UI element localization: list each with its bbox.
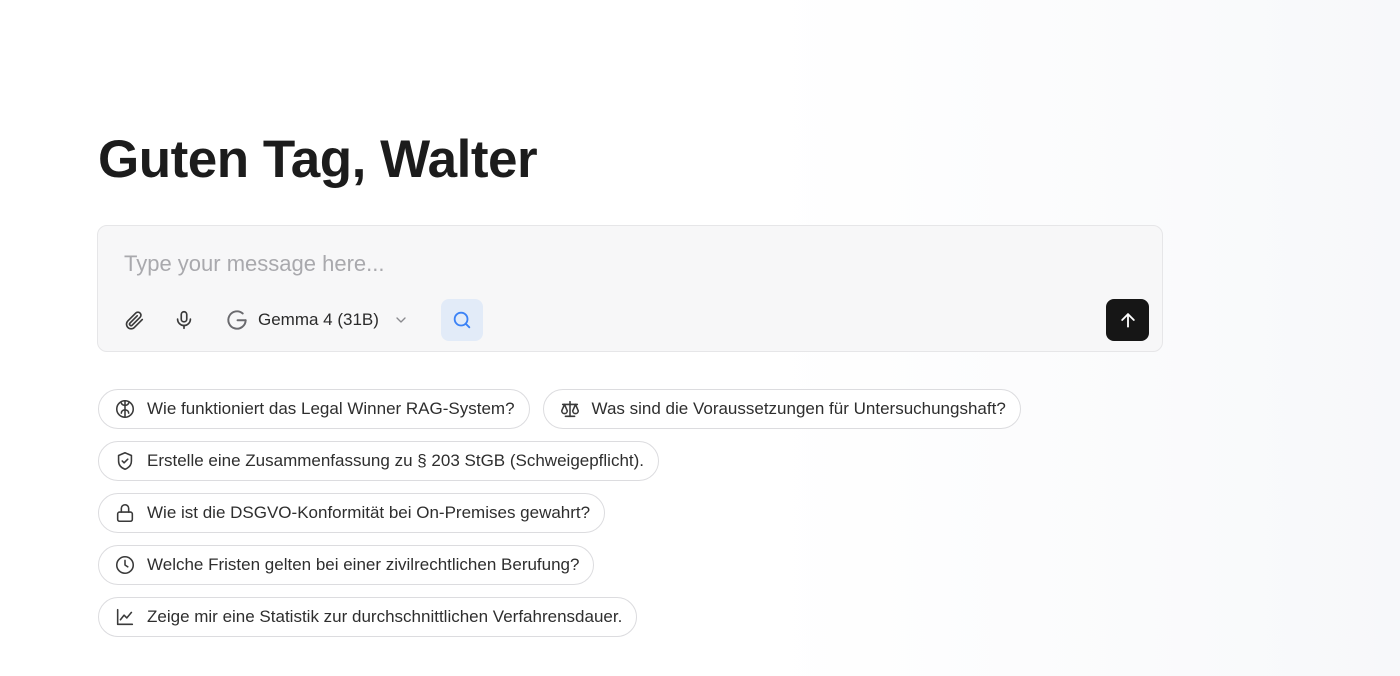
shield-check-icon bbox=[113, 449, 137, 473]
brain-icon bbox=[113, 397, 137, 421]
google-g-icon bbox=[224, 307, 250, 333]
suggestion-chip[interactable]: Erstelle eine Zusammenfassung zu § 203 S… bbox=[98, 441, 660, 481]
suggestion-label: Welche Fristen gelten bei einer zivilrec… bbox=[147, 555, 580, 574]
message-composer: Gemma 4 (31B) bbox=[97, 225, 1163, 352]
suggestion-chip[interactable]: Was sind die Voraussetzungen für Untersu… bbox=[542, 389, 1021, 429]
model-selector[interactable]: Gemma 4 (31B) bbox=[224, 306, 409, 334]
clock-icon bbox=[113, 553, 137, 577]
suggestion-label: Wie ist die DSGVO-Konformität bei On-Pre… bbox=[147, 503, 591, 522]
page: Guten Tag, Walter Type your message here… bbox=[0, 0, 1400, 676]
message-input[interactable] bbox=[122, 246, 1026, 282]
chevron-down-icon bbox=[393, 312, 409, 328]
suggestion-chip[interactable]: Welche Fristen gelten bei einer zivilrec… bbox=[98, 545, 595, 585]
attach-button[interactable] bbox=[120, 306, 148, 334]
line-chart-icon bbox=[113, 605, 137, 629]
lock-icon bbox=[113, 501, 137, 525]
suggestion-label: Zeige mir eine Statistik zur durchschnit… bbox=[147, 607, 623, 626]
suggestion-chip[interactable]: Wie ist die DSGVO-Konformität bei On-Pre… bbox=[98, 493, 606, 533]
suggestion-label: Was sind die Voraussetzungen für Untersu… bbox=[591, 399, 1006, 418]
microphone-icon bbox=[173, 309, 195, 331]
page-title: Guten Tag, Walter bbox=[98, 130, 538, 189]
search-icon bbox=[451, 309, 473, 331]
suggestion-chip[interactable]: Zeige mir eine Statistik zur durchschnit… bbox=[98, 597, 638, 637]
paperclip-icon bbox=[123, 309, 145, 331]
suggestion-label: Erstelle eine Zusammenfassung zu § 203 S… bbox=[147, 451, 645, 470]
suggestion-label: Wie funktioniert das Legal Winner RAG-Sy… bbox=[147, 399, 515, 418]
web-search-toggle[interactable] bbox=[441, 299, 483, 341]
microphone-button[interactable] bbox=[170, 306, 198, 334]
scales-icon bbox=[558, 397, 582, 421]
suggestion-list: Wie funktioniert das Legal Winner RAG-Sy… bbox=[98, 389, 1198, 649]
suggestion-chip[interactable]: Wie funktioniert das Legal Winner RAG-Sy… bbox=[98, 389, 530, 429]
arrow-up-icon bbox=[1118, 310, 1138, 330]
model-label: Gemma 4 (31B) bbox=[258, 310, 379, 329]
send-button[interactable] bbox=[1106, 299, 1149, 341]
